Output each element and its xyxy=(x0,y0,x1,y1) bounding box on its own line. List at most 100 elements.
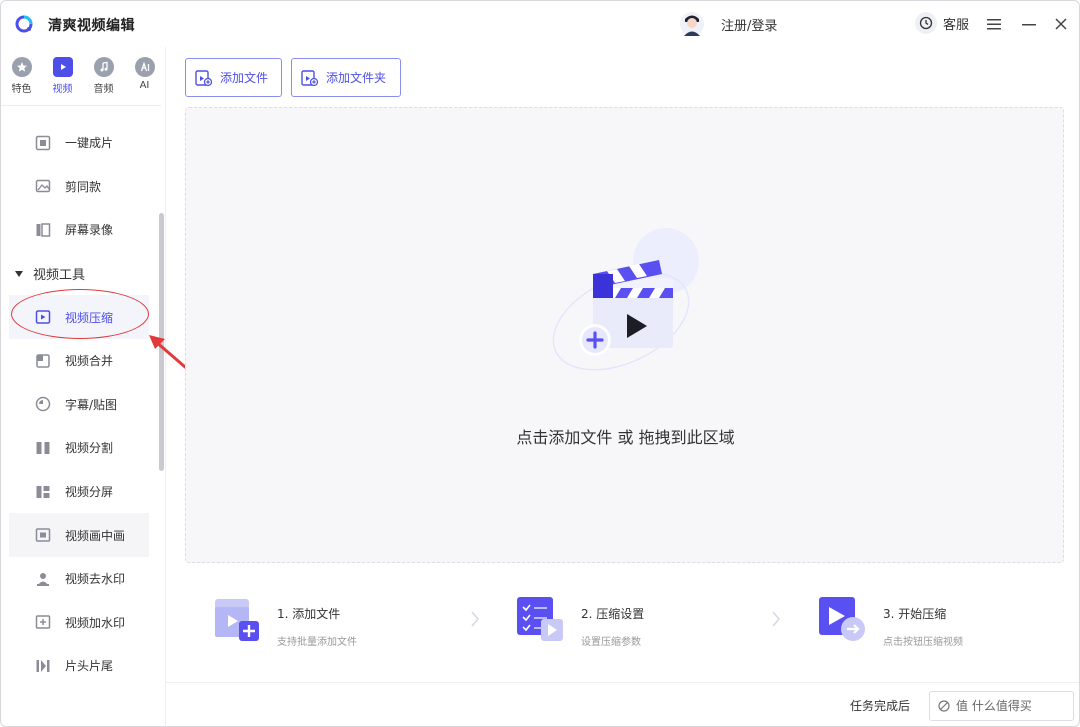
add-folder-icon xyxy=(301,69,318,86)
step-title: 1. 添加文件 xyxy=(277,607,341,621)
sidebar-item-compress[interactable]: 视频压缩 xyxy=(9,295,149,339)
ai-icon xyxy=(134,57,155,77)
sidebar-item-pip[interactable]: 视频画中画 xyxy=(9,513,149,557)
subtitle-icon xyxy=(35,396,51,412)
add-folder-label: 添加文件夹 xyxy=(326,71,387,85)
add-file-button[interactable]: 添加文件 xyxy=(185,58,282,97)
step-subtitle: 支持批量添加文件 xyxy=(277,637,357,648)
sidebar-item-subtitle[interactable]: 字幕/贴图 xyxy=(1,383,159,427)
star-icon xyxy=(11,57,32,77)
screen-record-icon xyxy=(35,222,51,238)
start-step-icon xyxy=(819,597,865,641)
tab-featured[interactable]: 特色 xyxy=(1,47,42,105)
sidebar-item-label: 视频分屏 xyxy=(65,485,114,500)
sidebar-item-split-screen[interactable]: 视频分屏 xyxy=(1,470,159,514)
customer-service[interactable]: 客服 xyxy=(915,12,969,34)
add-file-label: 添加文件 xyxy=(220,71,269,85)
step-subtitle: 设置压缩参数 xyxy=(581,637,641,648)
sidebar: 特色 视频 音频 AI 一键成片 剪同款 屏幕录像 视频工具 视频压缩 视频合并… xyxy=(1,47,166,726)
after-task-label: 任务完成后 xyxy=(850,699,911,713)
caret-down-icon xyxy=(15,270,23,277)
sidebar-item-intro-outro[interactable]: 片头片尾 xyxy=(1,644,159,688)
step-add-file: 1. 添加文件 支持批量添加文件 xyxy=(211,589,471,649)
sidebar-scrollbar[interactable] xyxy=(159,213,164,471)
sidebar-item-split[interactable]: 视频分割 xyxy=(1,426,159,470)
chevron-right-icon xyxy=(772,611,781,627)
settings-step-icon xyxy=(517,597,563,641)
sidebar-item-label: 屏幕录像 xyxy=(65,223,114,238)
step-subtitle: 点击按钮压缩视频 xyxy=(883,637,963,648)
close-icon xyxy=(1055,18,1067,30)
add-folder-button[interactable]: 添加文件夹 xyxy=(291,58,401,97)
category-tabs: 特色 视频 音频 AI xyxy=(1,47,166,105)
video-icon xyxy=(52,57,73,77)
headset-icon xyxy=(915,12,937,34)
tab-label: 视频 xyxy=(52,84,73,95)
block-icon xyxy=(938,700,950,712)
sidebar-item-label: 视频分割 xyxy=(65,441,114,456)
sidebar-item-label: 片头片尾 xyxy=(65,659,114,674)
service-label[interactable]: 客服 xyxy=(943,14,969,33)
video-clapper-icon xyxy=(552,228,699,371)
tab-label: 特色 xyxy=(11,84,32,95)
tab-label: AI xyxy=(139,80,150,91)
app-window: 清爽视频编辑 注册/登录 客服 特色 视频 音频 AI 一键成片 剪同款 屏幕录… xyxy=(0,0,1080,727)
sidebar-menu: 一键成片 剪同款 屏幕录像 视频工具 视频压缩 视频合并 字幕/贴图 视频分割 … xyxy=(1,121,159,688)
sidebar-item-add-watermark[interactable]: 视频加水印 xyxy=(1,601,159,645)
drop-hint-text: 点击添加文件 或 拖拽到此区域 xyxy=(516,428,735,447)
split-screen-icon xyxy=(35,484,51,500)
sidebar-item-label: 视频加水印 xyxy=(65,615,126,630)
one-click-icon xyxy=(35,135,51,151)
minimize-button[interactable] xyxy=(1019,14,1039,34)
chevron-right-icon xyxy=(471,611,480,627)
sidebar-item-merge[interactable]: 视频合并 xyxy=(1,339,159,383)
site-watermark: 值 什么值得买 xyxy=(956,699,1032,713)
intro-outro-icon xyxy=(35,658,51,674)
title-bar: 清爽视频编辑 注册/登录 客服 xyxy=(1,1,1079,47)
sidebar-item-label: 视频合并 xyxy=(65,354,114,369)
group-video-tools[interactable]: 视频工具 xyxy=(1,252,159,296)
steps-guide: 1. 添加文件 支持批量添加文件 2. 压缩设置 设置压缩参数 3. 开始压缩 … xyxy=(185,579,1064,659)
sidebar-item-label: 一键成片 xyxy=(65,136,114,151)
app-title: 清爽视频编辑 xyxy=(48,18,135,34)
add-file-icon xyxy=(195,69,212,86)
tab-ai[interactable]: AI xyxy=(124,47,165,105)
step-title: 3. 开始压缩 xyxy=(883,607,947,621)
app-logo-icon xyxy=(15,15,33,33)
menu-button[interactable] xyxy=(984,14,1004,34)
sidebar-item-template[interactable]: 剪同款 xyxy=(1,165,159,209)
step-start-compress: 3. 开始压缩 点击按钮压缩视频 xyxy=(817,589,1057,649)
close-button[interactable] xyxy=(1051,14,1071,34)
sidebar-item-label: 视频画中画 xyxy=(65,528,126,543)
sidebar-item-one-click[interactable]: 一键成片 xyxy=(1,121,159,165)
remove-watermark-icon xyxy=(35,571,51,587)
sidebar-item-label: 视频压缩 xyxy=(65,310,114,325)
tab-video[interactable]: 视频 xyxy=(42,47,83,105)
step-title: 2. 压缩设置 xyxy=(581,607,645,621)
add-file-step-icon xyxy=(215,599,259,641)
sidebar-item-label: 视频去水印 xyxy=(65,572,126,587)
tab-audio[interactable]: 音频 xyxy=(83,47,124,105)
group-label: 视频工具 xyxy=(33,268,86,284)
sidebar-item-remove-watermark[interactable]: 视频去水印 xyxy=(1,557,159,601)
tab-label: 音频 xyxy=(93,84,114,95)
merge-icon xyxy=(35,353,51,369)
minimize-icon xyxy=(1022,24,1036,26)
login-link[interactable]: 注册/登录 xyxy=(721,15,777,34)
split-icon xyxy=(35,440,51,456)
sidebar-item-label: 字幕/贴图 xyxy=(65,397,118,412)
user-login[interactable]: 注册/登录 xyxy=(679,10,777,38)
avatar-icon xyxy=(680,12,704,36)
category-divider xyxy=(1,105,161,106)
compress-icon xyxy=(35,309,51,325)
sidebar-item-label: 剪同款 xyxy=(65,179,102,194)
pip-icon xyxy=(35,527,51,543)
step-compress-settings: 2. 压缩设置 设置压缩参数 xyxy=(515,589,775,649)
template-icon xyxy=(35,178,51,194)
sidebar-item-screen-record[interactable]: 屏幕录像 xyxy=(1,208,159,252)
audio-icon xyxy=(93,57,114,77)
file-drop-zone[interactable]: 点击添加文件 或 拖拽到此区域 xyxy=(185,107,1064,563)
add-watermark-icon xyxy=(35,614,51,630)
status-bar: 任务完成后 值 什么值得买 xyxy=(166,682,1079,726)
hamburger-icon xyxy=(987,19,1001,30)
